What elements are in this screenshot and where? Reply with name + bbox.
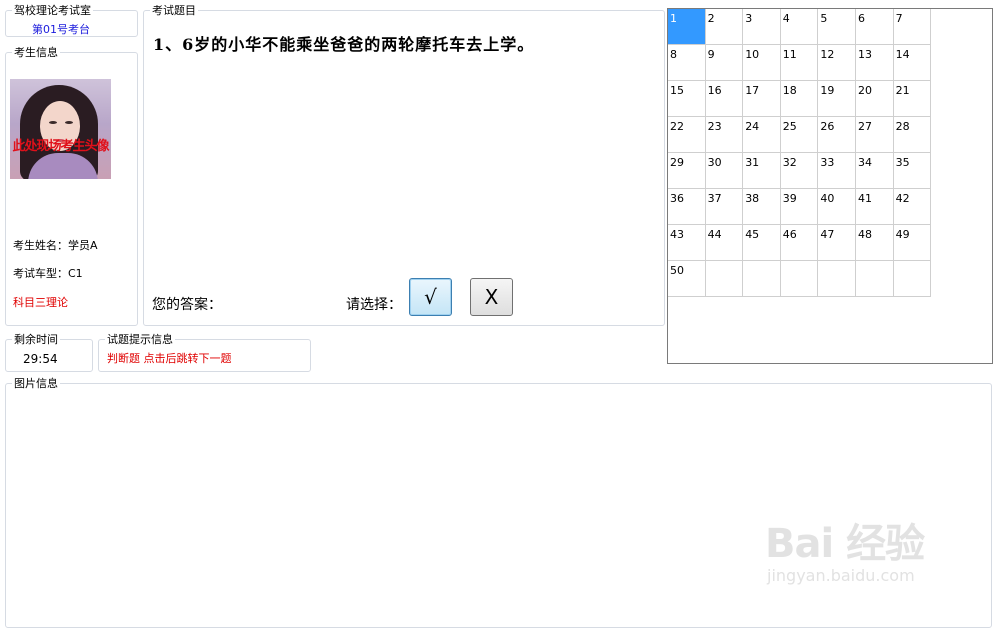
exam-question-panel: 考试题目 1、6岁的小华不能乘坐爸爸的两轮摩托车去上学。 您的答案： 请选择： … — [143, 4, 665, 326]
question-number-cell[interactable]: 23 — [705, 117, 744, 153]
empty-grid-cell — [743, 261, 781, 297]
empty-grid-cell — [818, 261, 856, 297]
avatar-caption: 此处现场考生头像 — [12, 139, 109, 154]
question-number-cell[interactable]: 2 — [705, 9, 744, 45]
question-number-cell[interactable]: 1 — [668, 9, 706, 45]
question-number-cell[interactable]: 47 — [818, 225, 856, 261]
question-number-cell[interactable]: 22 — [668, 117, 706, 153]
question-number-cell[interactable]: 33 — [818, 153, 856, 189]
question-number-cell[interactable]: 45 — [743, 225, 781, 261]
question-number-cell[interactable]: 35 — [893, 153, 932, 189]
question-number-cell[interactable]: 16 — [705, 81, 744, 117]
question-number-cell[interactable]: 50 — [668, 261, 706, 297]
question-number-cell[interactable]: 48 — [856, 225, 894, 261]
question-number-cell[interactable]: 38 — [743, 189, 781, 225]
empty-grid-cell — [856, 261, 894, 297]
question-number-cell[interactable]: 41 — [856, 189, 894, 225]
hint-text: 判断题 点击后跳转下一题 — [107, 352, 232, 365]
question-number-cell[interactable]: 24 — [743, 117, 781, 153]
question-number-cell[interactable]: 3 — [743, 9, 781, 45]
question-number-cell[interactable]: 17 — [743, 81, 781, 117]
timer-value: 29:54 — [23, 352, 58, 366]
choose-label: 请选择： — [346, 297, 402, 313]
question-number-cell[interactable]: 10 — [743, 45, 781, 81]
question-number-cell[interactable]: 36 — [668, 189, 706, 225]
question-number-cell[interactable]: 44 — [705, 225, 744, 261]
question-text: 1、6岁的小华不能乘坐爸爸的两轮摩托车去上学。 — [153, 35, 535, 54]
question-number-cell[interactable]: 37 — [705, 189, 744, 225]
exam-question-legend: 考试题目 — [150, 4, 198, 17]
question-number-cell[interactable]: 21 — [893, 81, 932, 117]
candidate-name: 考生姓名：学员A — [13, 239, 98, 252]
empty-grid-cell — [705, 261, 744, 297]
question-number-cell[interactable]: 40 — [818, 189, 856, 225]
question-number-cell[interactable]: 7 — [893, 9, 932, 45]
answer-label: 您的答案： — [152, 297, 222, 313]
question-number-cell[interactable]: 27 — [856, 117, 894, 153]
question-number-cell[interactable]: 13 — [856, 45, 894, 81]
exam-room-panel: 驾校理论考试室 第01号考台 — [5, 4, 138, 37]
picture-panel: 图片信息 — [5, 377, 992, 628]
question-number-cell[interactable]: 11 — [780, 45, 819, 81]
true-answer-button[interactable]: √ — [409, 278, 452, 316]
question-number-cell[interactable]: 15 — [668, 81, 706, 117]
question-number-cell[interactable]: 14 — [893, 45, 932, 81]
vehicle-type: 考试车型：C1 — [13, 267, 83, 280]
question-number-cell[interactable]: 20 — [856, 81, 894, 117]
question-number-grid: 1 2 3 4 5 6 7 8 9 10 11 12 13 14 15 16 17 18 19 20 21 22 23 24 2… — [667, 8, 993, 364]
station-label: 第01号考台 — [32, 23, 90, 36]
question-number-cell[interactable]: 6 — [856, 9, 894, 45]
hint-panel: 试题提示信息 判断题 点击后跳转下一题 — [98, 333, 311, 372]
question-number-cell[interactable]: 12 — [818, 45, 856, 81]
question-number-cell[interactable]: 32 — [780, 153, 819, 189]
false-answer-button[interactable]: X — [470, 278, 513, 316]
question-number-cell[interactable]: 8 — [668, 45, 706, 81]
candidate-avatar: 此处现场考生头像 — [10, 79, 111, 179]
question-number-cell[interactable]: 30 — [705, 153, 744, 189]
question-number-cell[interactable]: 18 — [780, 81, 819, 117]
timer-legend: 剩余时间 — [12, 333, 60, 346]
exam-room-legend: 驾校理论考试室 — [12, 4, 93, 17]
question-number-cell[interactable]: 28 — [893, 117, 932, 153]
hint-legend: 试题提示信息 — [105, 333, 175, 346]
candidate-info-legend: 考生信息 — [12, 46, 60, 59]
question-number-cell[interactable]: 49 — [893, 225, 932, 261]
question-number-cell[interactable]: 4 — [780, 9, 819, 45]
empty-grid-cell — [893, 261, 932, 297]
timer-panel: 剩余时间 29:54 — [5, 333, 93, 372]
candidate-info-panel: 考生信息 此处现场考生头像 考生姓名：学员A 考试车型：C1 科目三理论 — [5, 46, 138, 326]
question-number-cell[interactable]: 25 — [780, 117, 819, 153]
question-number-cell[interactable]: 26 — [818, 117, 856, 153]
question-number-cell[interactable]: 39 — [780, 189, 819, 225]
empty-grid-cell — [780, 261, 819, 297]
question-number-cell[interactable]: 34 — [856, 153, 894, 189]
question-number-cell[interactable]: 19 — [818, 81, 856, 117]
question-number-cell[interactable]: 43 — [668, 225, 706, 261]
question-number-cell[interactable]: 31 — [743, 153, 781, 189]
picture-legend: 图片信息 — [12, 377, 60, 390]
question-number-cell[interactable]: 29 — [668, 153, 706, 189]
question-number-cell[interactable]: 9 — [705, 45, 744, 81]
question-number-cell[interactable]: 46 — [780, 225, 819, 261]
question-number-cell[interactable]: 5 — [818, 9, 856, 45]
exam-subject: 科目三理论 — [13, 296, 68, 309]
question-number-cell[interactable]: 42 — [893, 189, 932, 225]
